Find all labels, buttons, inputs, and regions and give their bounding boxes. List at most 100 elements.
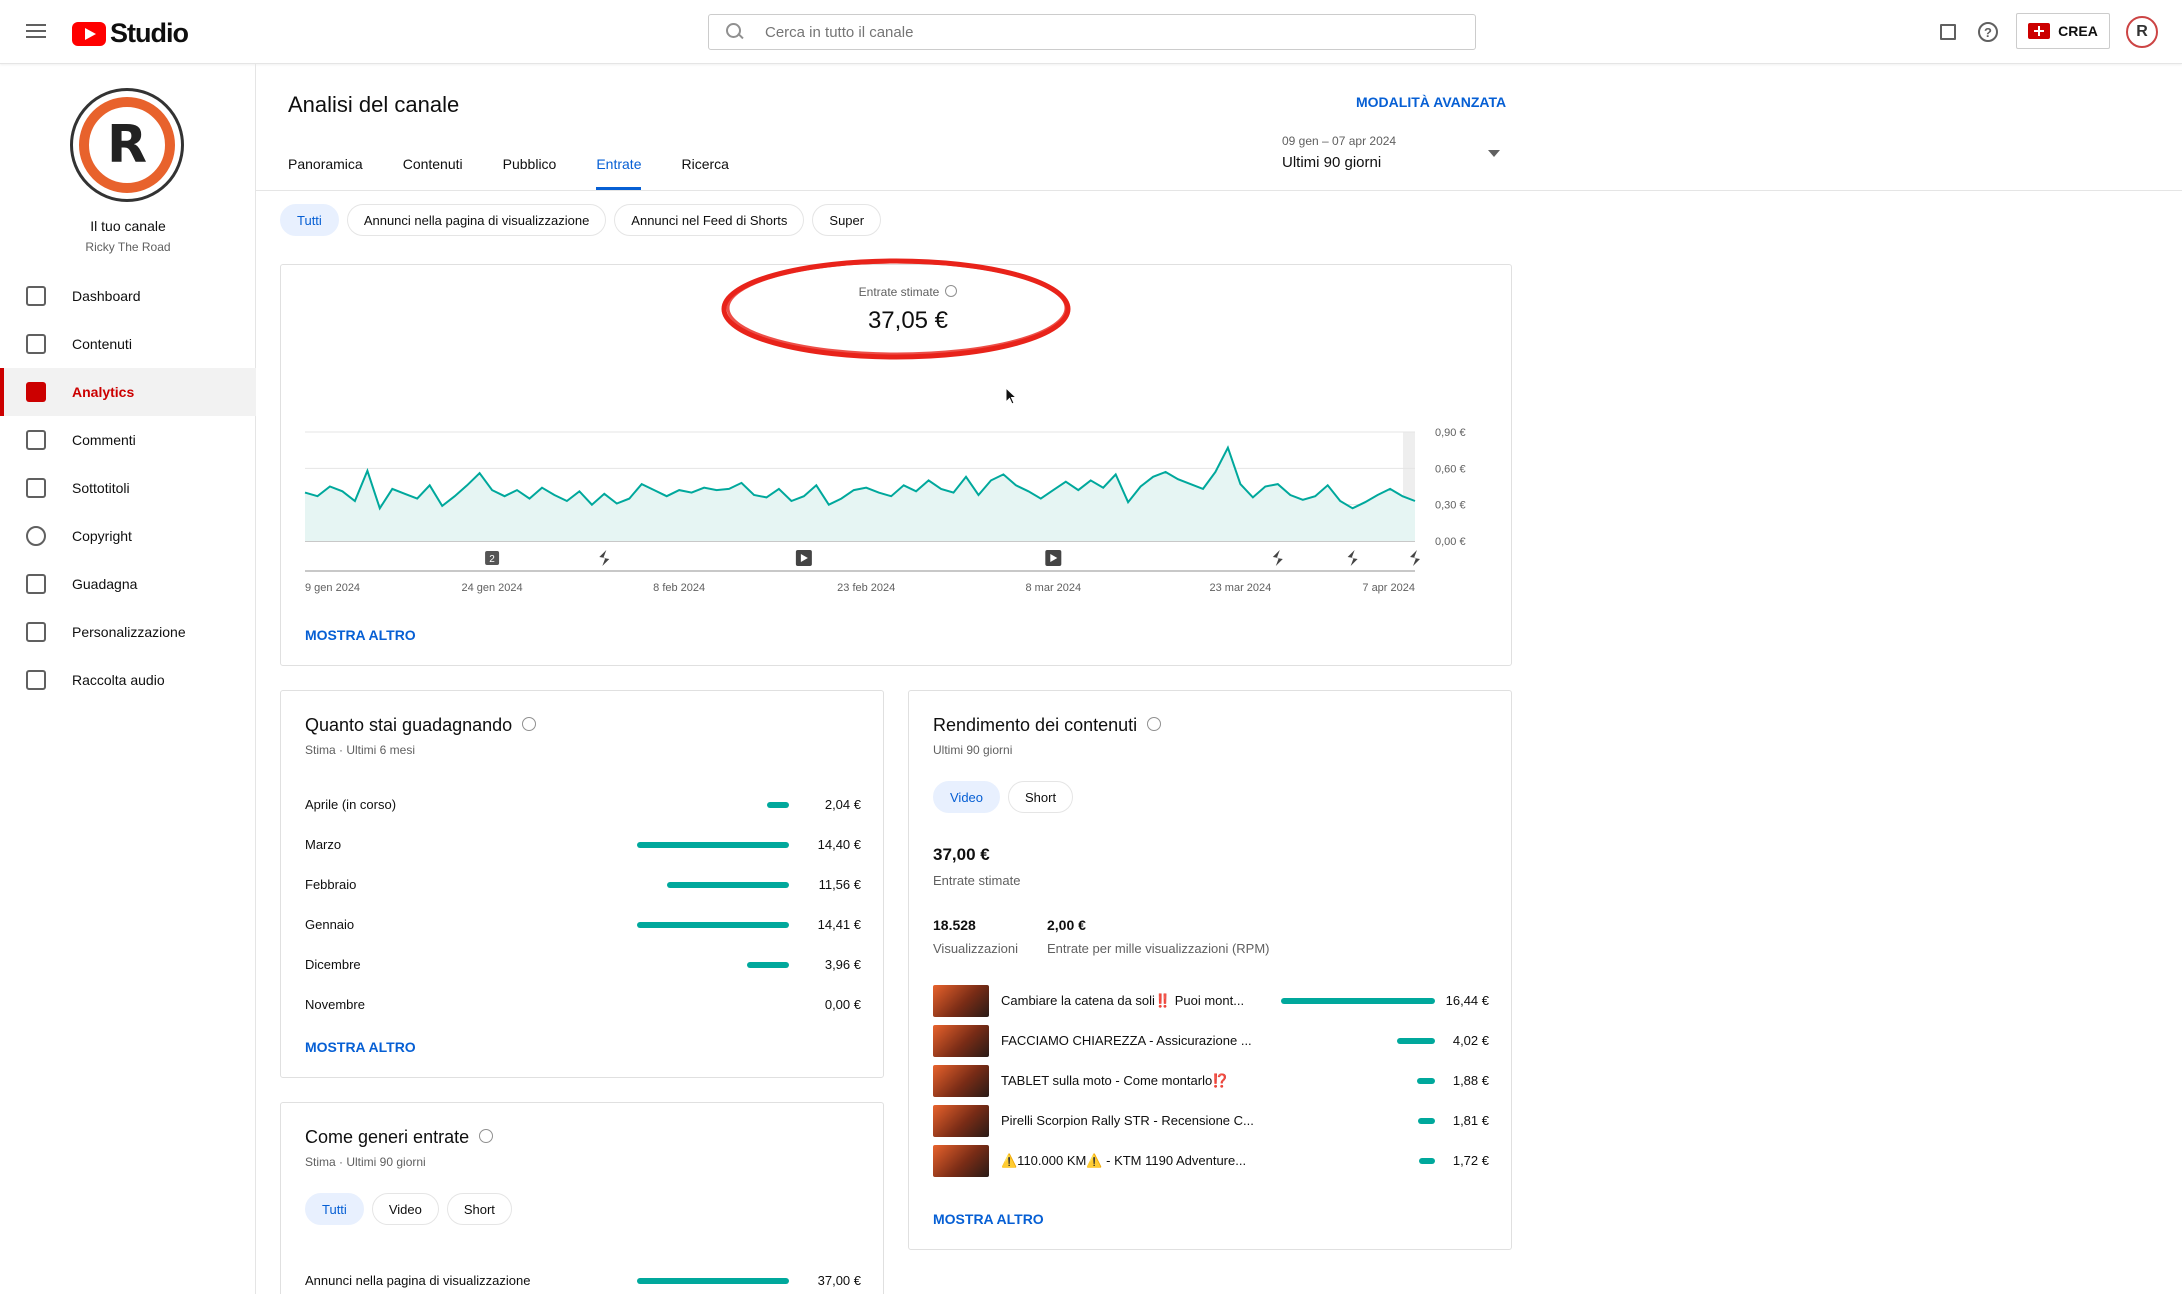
video-row[interactable]: FACCIAMO CHIAREZZA - Assicurazione ... 4,… [933,1025,1489,1057]
sidebar-item-contenuti[interactable]: Contenuti [0,320,256,368]
feedback-icon[interactable] [1936,20,1960,44]
comments-icon [26,430,46,450]
logo-text: Studio [110,18,189,48]
source-label: Annunci nella pagina di visualizzazione [305,1273,531,1288]
subtitles-icon [26,478,46,498]
sidebar-item-copyright[interactable]: Copyright [0,512,256,560]
tab-ricerca[interactable]: Ricerca [681,140,728,190]
video-revenue-value: 1,81 € [1452,1113,1489,1128]
tab-pubblico[interactable]: Pubblico [503,140,557,190]
filter-chip[interactable]: Tutti [280,204,339,236]
chip-video[interactable]: Video [933,781,1001,813]
video-row[interactable]: ⚠️110.000 KM⚠️ - KTM 1190 Adventure... 1,… [933,1145,1489,1177]
video-thumbnail[interactable] [933,985,989,1017]
tab-panoramica[interactable]: Panoramica [288,140,363,190]
filter-chip[interactable]: Annunci nel Feed di Shorts [614,204,805,236]
sidebar-item-personalizzazione[interactable]: Personalizzazione [0,608,256,656]
tab-contenuti[interactable]: Contenuti [403,140,463,190]
channel-name: Ricky The Road [85,240,171,254]
channel-title: Il tuo canale [90,218,166,234]
chip-video[interactable]: Video [371,1193,439,1225]
sources-title: Come generi entrate [305,1127,470,1147]
sidebar-item-raccolta-audio[interactable]: Raccolta audio [0,656,256,704]
tab-entrate[interactable]: Entrate [596,140,642,190]
date-range-dates: 09 gen – 07 apr 2024 [1282,134,1397,148]
video-revenue-bar [1417,1078,1435,1084]
video-thumbnail[interactable] [933,1025,989,1057]
clock-info-icon [1147,717,1162,732]
search-box[interactable] [708,14,1476,50]
earnings-bar [667,882,789,888]
revenue-filter-chips: Tutti Annunci nella pagina di visualizzaz… [280,204,882,236]
sidebar-item-label: Guadagna [72,576,138,592]
y-tick-label: 0,30 € [1435,500,1466,512]
tabs-divider [256,190,2182,191]
video-row[interactable]: TABLET sulla moto - Come montarlo⁉️ 1,88 … [933,1065,1489,1097]
video-title[interactable]: FACCIAMO CHIAREZZA - Assicurazione ... [1001,1033,1252,1048]
source-row: Annunci nella pagina di visualizzazione 3… [305,1271,861,1291]
menu-icon[interactable] [24,20,48,44]
chip-short[interactable]: Short [1008,781,1074,813]
create-video-icon [2028,23,2051,39]
video-revenue-value: 4,02 € [1452,1033,1489,1048]
source-type-chips: Tutti Video Short [305,1193,512,1225]
sidebar-item-guadagna[interactable]: Guadagna [0,560,256,608]
filter-chip[interactable]: Super [812,204,882,236]
chevron-down-icon[interactable] [1488,150,1500,157]
show-more-link[interactable]: MOSTRA ALTRO [933,1211,1044,1227]
advanced-mode-link[interactable]: MODALITÀ AVANZATA [1356,94,1506,110]
video-revenue-value: 1,88 € [1452,1073,1489,1088]
sidebar-item-label: Contenuti [72,336,132,352]
video-row[interactable]: Pirelli Scorpion Rally STR - Recensione … [933,1105,1489,1137]
month-label: Aprile (in corso) [305,797,397,812]
filter-chip[interactable]: Annunci nella pagina di visualizzazione [346,204,607,236]
help-icon[interactable]: ? [1976,20,2000,44]
source-value: 37,00 € [817,1273,861,1288]
video-thumbnail[interactable] [933,1065,989,1097]
create-button[interactable]: CREA [2016,13,2110,49]
date-range-picker[interactable]: 09 gen – 07 apr 2024 Ultimi 90 giorni [1282,134,1396,171]
video-title[interactable]: ⚠️110.000 KM⚠️ - KTM 1190 Adventure... [1001,1153,1246,1169]
video-title[interactable]: Pirelli Scorpion Rally STR - Recensione … [1001,1113,1254,1128]
x-tick-label: 24 gen 2024 [461,582,522,594]
revenue-label: Entrate stimate [933,873,1021,888]
show-more-link[interactable]: MOSTRA ALTRO [305,1039,416,1055]
sidebar-item-sottotitoli[interactable]: Sottotitoli [0,464,256,512]
clock-info-icon [479,1129,494,1144]
copyright-icon [26,526,46,546]
analytics-tabs: Panoramica Contenuti Pubblico Entrate Ricerc… [288,140,769,190]
show-more-link[interactable]: MOSTRA ALTRO [305,627,416,643]
video-thumbnail[interactable] [933,1145,989,1177]
revenue-line-chart[interactable]: 0,90 € 0,60 € 0,30 € 0,00 € 2 9 gen 2024 24 ge… [281,265,1513,667]
earnings-card: Quanto stai guadagnando Stima · Ultimi 6… [280,690,884,1078]
sidebar-item-dashboard[interactable]: Dashboard [0,272,256,320]
sidebar-item-label: Raccolta audio [72,672,165,688]
sidebar-item-label: Commenti [72,432,136,448]
sidebar-item-commenti[interactable]: Commenti [0,416,256,464]
chip-tutti[interactable]: Tutti [305,1193,364,1225]
y-tick-label: 0,00 € [1435,536,1466,548]
search-input[interactable] [765,23,1445,41]
y-tick-label: 0,60 € [1435,463,1466,475]
views-label: Visualizzazioni [933,941,1019,956]
revenue-sources-card: Come generi entrate Stima · Ultimi 90 gi… [280,1102,884,1294]
revenue-area [305,447,1415,541]
month-label: Gennaio [305,917,355,932]
video-thumbnail[interactable] [933,1105,989,1137]
sidebar-item-analytics[interactable]: Analytics [0,368,256,416]
earnings-row: Marzo 14,40 € [305,835,861,855]
account-avatar[interactable]: R [2126,16,2158,48]
wand-icon [26,622,46,642]
create-label: CREA [2058,23,2098,39]
studio-logo[interactable]: Studio [72,18,189,49]
video-row[interactable]: Cambiare la catena da soli‼️ Puoi mont..… [933,985,1489,1017]
channel-avatar[interactable]: R [70,88,184,202]
month-label: Febbraio [305,877,357,892]
chip-short[interactable]: Short [446,1193,512,1225]
earnings-row: Aprile (in corso) 2,04 € [305,795,861,815]
x-tick-label: 8 feb 2024 [653,582,705,594]
video-revenue-bar [1397,1038,1435,1044]
earnings-row: Febbraio 11,56 € [305,875,861,895]
video-title[interactable]: Cambiare la catena da soli‼️ Puoi mont..… [1001,993,1244,1009]
video-title[interactable]: TABLET sulla moto - Come montarlo⁉️ [1001,1073,1228,1089]
